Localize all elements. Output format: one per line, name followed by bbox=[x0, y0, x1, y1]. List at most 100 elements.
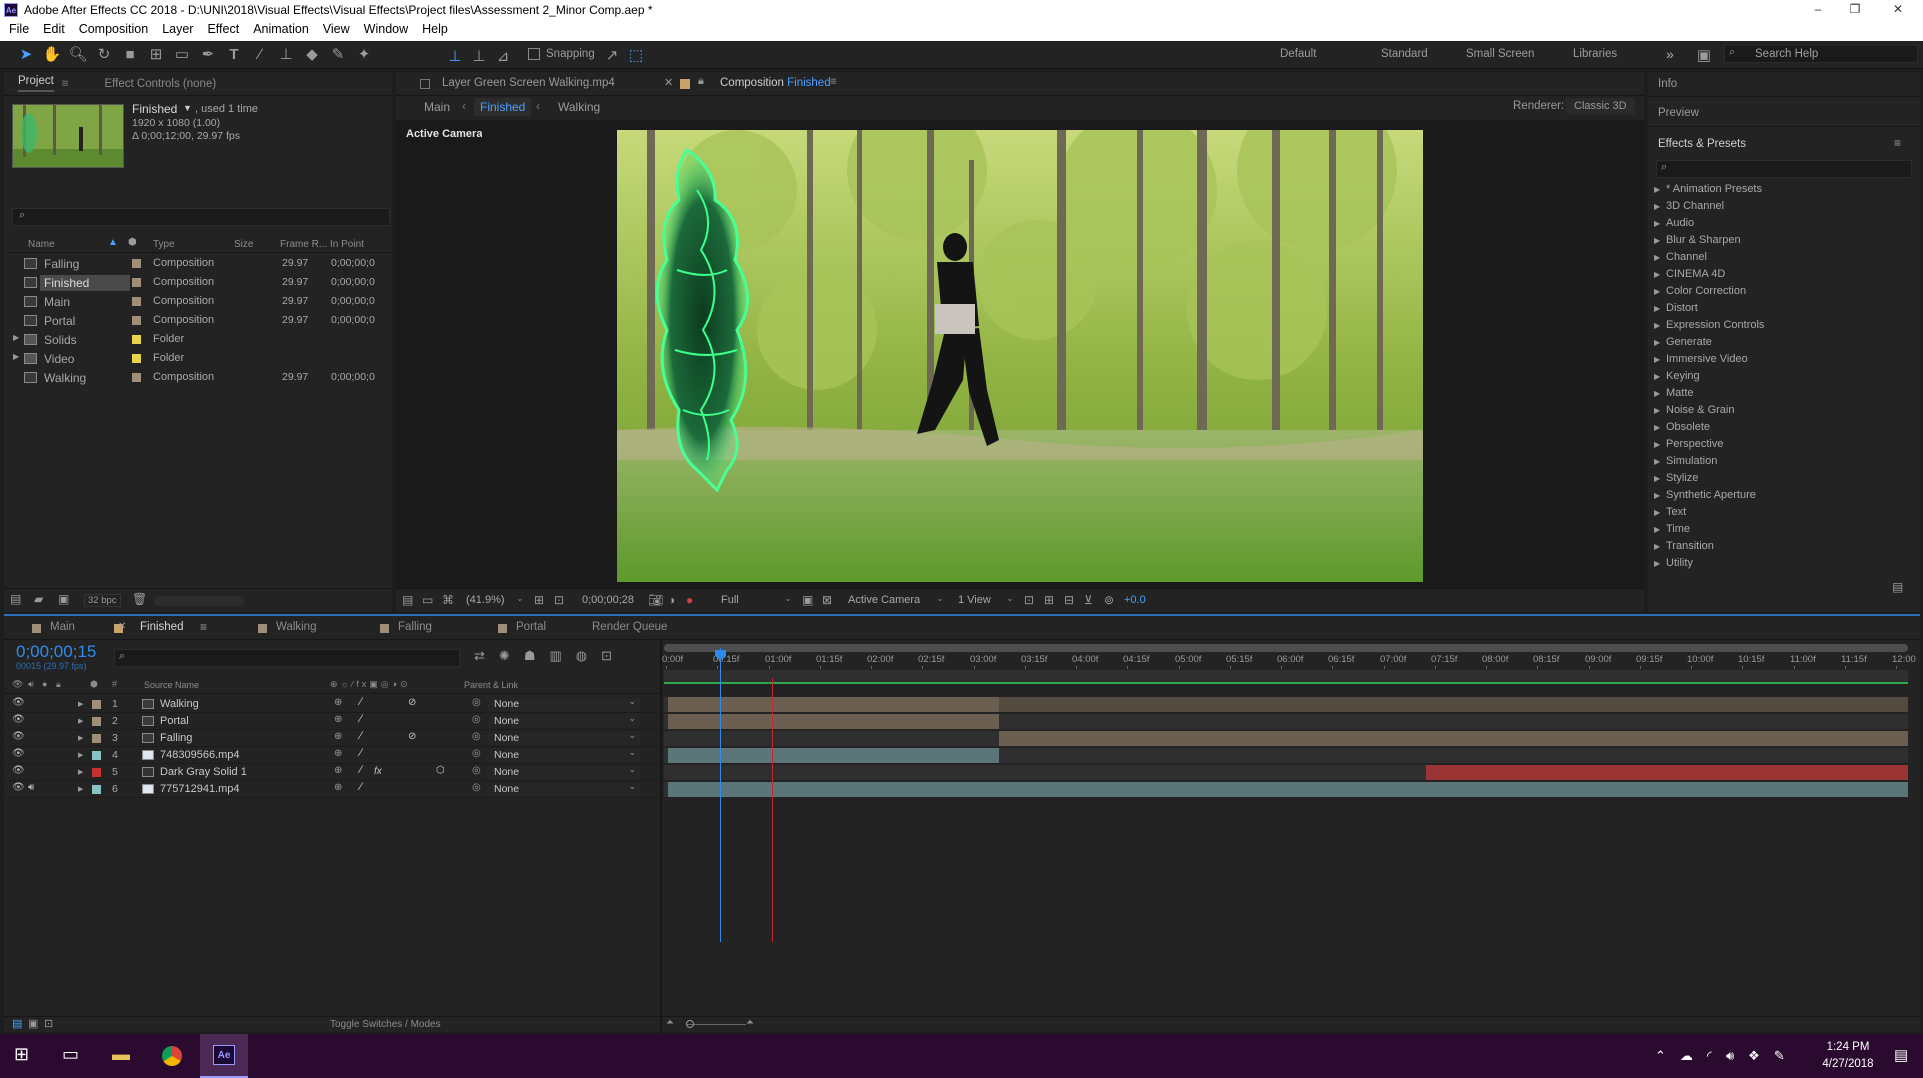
expand-triangle-icon[interactable]: ▶ bbox=[1654, 338, 1660, 347]
resolution-select[interactable]: Full bbox=[721, 594, 739, 606]
thumbnail-slider[interactable] bbox=[154, 596, 244, 606]
world-axis-icon[interactable]: ⊥ bbox=[470, 47, 488, 65]
zoom-slider-knob[interactable] bbox=[686, 1020, 694, 1028]
menu-effect[interactable]: Effect bbox=[200, 22, 246, 36]
crumb-main[interactable]: Main bbox=[424, 100, 450, 114]
effect-category[interactable]: ▶ Noise & Grain bbox=[1654, 403, 1912, 420]
expand-triangle-icon[interactable]: ▶ bbox=[78, 717, 83, 725]
collapse-transform-icon[interactable]: ⊘ bbox=[408, 731, 416, 742]
expand-triangle-icon[interactable]: ▶ bbox=[1654, 440, 1660, 449]
brush-tool-icon[interactable]: ∕ bbox=[250, 45, 270, 63]
expand-triangle-icon[interactable]: ▶ bbox=[1654, 406, 1660, 415]
pick-whip-icon[interactable]: ◎ bbox=[472, 782, 481, 793]
selected-item-name[interactable]: Finished bbox=[132, 102, 177, 116]
eye-icon[interactable]: 👁︎ bbox=[12, 782, 25, 793]
menu-edit[interactable]: Edit bbox=[36, 22, 72, 36]
expand-triangle-icon[interactable]: ▶ bbox=[1654, 253, 1660, 262]
label-swatch[interactable] bbox=[132, 373, 141, 382]
effect-category[interactable]: ▶ Expression Controls bbox=[1654, 318, 1912, 335]
effect-category[interactable]: ▶ Utility bbox=[1654, 556, 1912, 573]
col-size[interactable]: Size bbox=[234, 239, 253, 250]
expand-triangle-icon[interactable]: ▶ bbox=[1654, 491, 1660, 500]
project-item[interactable]: Portal Composition 29.97 0;00;00;0 bbox=[10, 311, 392, 330]
snap-option-icon[interactable]: ↗ bbox=[604, 46, 620, 64]
audio-icon[interactable]: 🔊︎ bbox=[28, 782, 34, 793]
layer-duration-bar[interactable] bbox=[668, 714, 999, 729]
expand-triangle-icon[interactable]: ▶ bbox=[1654, 321, 1660, 330]
snapshot-icon[interactable]: 📷︎ bbox=[648, 593, 663, 607]
lock-icon[interactable]: 🔒︎ bbox=[698, 75, 704, 88]
effect-category[interactable]: ▶ 3D Channel bbox=[1654, 199, 1912, 216]
workspace-standard[interactable]: Standard bbox=[1381, 48, 1428, 60]
parent-select[interactable]: None ⌄ bbox=[488, 747, 640, 762]
effect-category[interactable]: ▶ Blur & Sharpen bbox=[1654, 233, 1912, 250]
effect-category[interactable]: ▶ Obsolete bbox=[1654, 420, 1912, 437]
expand-triangle-icon[interactable]: ▶ bbox=[1654, 372, 1660, 381]
col-type[interactable]: Type bbox=[153, 239, 175, 250]
menu-animation[interactable]: Animation bbox=[246, 22, 316, 36]
label-swatch[interactable] bbox=[92, 768, 101, 777]
interpret-footage-icon[interactable]: ▤ bbox=[10, 592, 21, 606]
graph-editor-icon[interactable]: ⊡ bbox=[601, 648, 612, 664]
effect-category[interactable]: ▶ Text bbox=[1654, 505, 1912, 522]
exposure-icon[interactable]: ⊚ bbox=[1104, 593, 1114, 607]
tab-composition[interactable]: Composition Finished bbox=[720, 77, 831, 89]
time-graph[interactable]: 0:00f 00:15f 01:00f 01:15f 02:00f 02:15f 03:00… bbox=[662, 640, 1916, 1034]
label-swatch[interactable] bbox=[132, 259, 141, 268]
expand-triangle-icon[interactable]: ▶ bbox=[1654, 457, 1660, 466]
crumb-finished[interactable]: Finished bbox=[474, 98, 532, 116]
shy-icon[interactable]: ⊕ bbox=[334, 697, 342, 708]
effect-switch[interactable]: fx bbox=[374, 766, 382, 777]
project-item[interactable]: ▶ Solids Folder bbox=[10, 330, 392, 349]
snap-target-icon[interactable]: ⬚ bbox=[628, 46, 644, 64]
expand-layer-switches-icon[interactable]: ▤ bbox=[12, 1017, 22, 1030]
frame-blending-icon[interactable]: ▥ bbox=[549, 648, 561, 664]
effect-category[interactable]: ▶ Stylize bbox=[1654, 471, 1912, 488]
channel-icon[interactable]: ● bbox=[686, 593, 693, 607]
pan-behind-tool-icon[interactable]: ⊞ bbox=[146, 45, 166, 63]
col-name[interactable]: Name bbox=[28, 239, 55, 250]
expand-triangle-icon[interactable]: ▶ bbox=[1654, 423, 1660, 432]
expand-triangle-icon[interactable]: ▶ bbox=[78, 700, 83, 708]
close-tab-icon[interactable]: ✕ bbox=[664, 76, 673, 89]
timeline-tab-portal[interactable]: Portal bbox=[516, 621, 546, 633]
roto-brush-tool-icon[interactable]: ✎ bbox=[328, 45, 348, 63]
project-item[interactable]: ▶ Video Folder bbox=[10, 349, 392, 368]
col-in-point[interactable]: In Point bbox=[330, 239, 364, 250]
chevron-down-icon[interactable]: ⌄ bbox=[936, 593, 944, 604]
snapping-checkbox[interactable] bbox=[528, 48, 540, 60]
close-button[interactable]: ✕ bbox=[1878, 0, 1918, 20]
expand-triangle-icon[interactable]: ▶ bbox=[1654, 474, 1660, 483]
label-swatch[interactable] bbox=[132, 297, 141, 306]
expand-triangle-icon[interactable]: ▶ bbox=[1654, 270, 1660, 279]
clock-time[interactable]: 1:24 PM bbox=[1818, 1041, 1878, 1053]
timeline-icon[interactable]: ⊞ bbox=[1044, 593, 1054, 607]
effect-category[interactable]: ▶ Color Correction bbox=[1654, 284, 1912, 301]
effect-category[interactable]: ▶ Synthetic Aperture bbox=[1654, 488, 1912, 505]
zoom-in-icon[interactable]: ⏶ bbox=[746, 1017, 754, 1028]
motion-blur-icon[interactable]: ◍ bbox=[576, 648, 587, 664]
layer-row[interactable]: 👁︎ ▶ 3 Falling ⊕ ∕ ⊘ ◎ None ⌄ bbox=[4, 730, 660, 747]
pick-whip-icon[interactable]: ◎ bbox=[472, 765, 481, 776]
rotate-tool-icon[interactable]: ↻ bbox=[94, 45, 114, 63]
chevron-up-icon[interactable]: ⌃ bbox=[1655, 1048, 1666, 1064]
current-time-display[interactable]: 0;00;00;15 bbox=[16, 642, 96, 662]
expand-triangle-icon[interactable]: ▶ bbox=[1654, 355, 1660, 364]
effect-category[interactable]: ▶ Time bbox=[1654, 522, 1912, 539]
preview-panel-tab[interactable]: Preview bbox=[1658, 107, 1699, 119]
label-swatch[interactable] bbox=[92, 785, 101, 794]
expand-triangle-icon[interactable]: ▶ bbox=[13, 333, 19, 342]
shy-icon[interactable]: ⊕ bbox=[334, 765, 342, 776]
pen-icon[interactable]: ✎ bbox=[1774, 1048, 1785, 1064]
view-layout-select[interactable]: 1 View bbox=[958, 594, 991, 606]
expand-triangle-icon[interactable]: ▶ bbox=[1654, 202, 1660, 211]
parent-select[interactable]: None ⌄ bbox=[488, 781, 640, 796]
effect-category[interactable]: ▶ Immersive Video bbox=[1654, 352, 1912, 369]
fast-previews-icon[interactable]: ▣ bbox=[802, 593, 813, 607]
eye-icon[interactable]: 👁︎ bbox=[12, 731, 25, 742]
selection-tool-icon[interactable]: ➤ bbox=[16, 45, 36, 63]
onedrive-icon[interactable]: ☁ bbox=[1680, 1048, 1693, 1064]
parent-select[interactable]: None ⌄ bbox=[488, 730, 640, 745]
parent-select[interactable]: None ⌄ bbox=[488, 713, 640, 728]
bpc-button[interactable]: 32 bpc bbox=[84, 594, 121, 607]
